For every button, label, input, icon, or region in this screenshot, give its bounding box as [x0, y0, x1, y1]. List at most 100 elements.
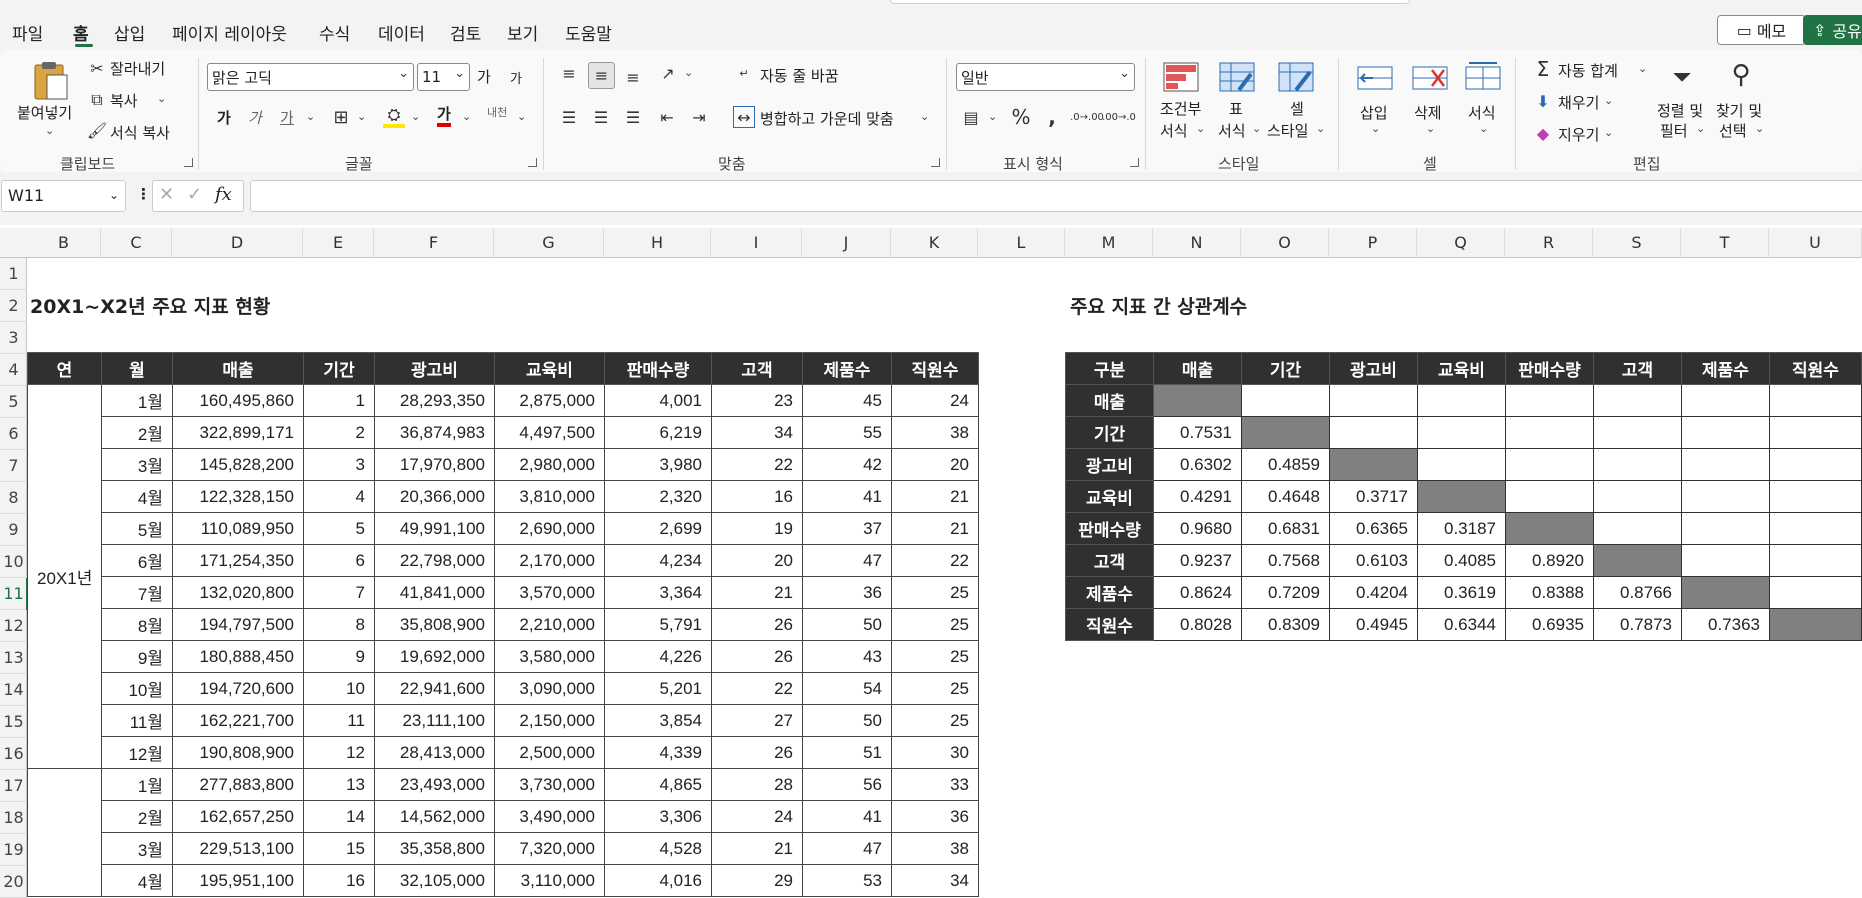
value-cell[interactable]: 22 — [711, 448, 803, 481]
underline-button[interactable]: 가 — [280, 107, 294, 128]
correlation-cell[interactable]: 0.6935 — [1505, 608, 1594, 641]
correlation-cell[interactable] — [1769, 576, 1862, 609]
value-cell[interactable]: 21 — [711, 832, 803, 865]
value-cell[interactable]: 3,730,000 — [494, 768, 605, 801]
align-middle-icon[interactable]: ≡ — [588, 62, 615, 89]
value-cell[interactable]: 25 — [891, 672, 979, 705]
correlation-cell[interactable]: 0.6302 — [1153, 448, 1242, 481]
align-top-icon[interactable]: ≡ — [558, 62, 580, 84]
row-header-15[interactable]: 15 — [0, 706, 27, 738]
value-cell[interactable]: 3,090,000 — [494, 672, 605, 705]
column-header-d[interactable]: D — [172, 228, 303, 258]
value-cell[interactable]: 26 — [711, 736, 803, 769]
correlation-cell[interactable]: 0.9237 — [1153, 544, 1242, 577]
value-cell[interactable]: 15 — [303, 832, 375, 865]
value-cell[interactable]: 3,810,000 — [494, 480, 605, 513]
value-cell[interactable]: 122,328,150 — [172, 480, 304, 513]
sort-filter-icon[interactable]: ⏷ — [1663, 60, 1701, 94]
value-cell[interactable]: 26 — [711, 640, 803, 673]
value-cell[interactable]: 5,201 — [604, 672, 712, 705]
month-cell[interactable]: 1월 — [101, 768, 173, 801]
correlation-cell[interactable]: 0.3187 — [1417, 512, 1506, 545]
sort-filter-button[interactable]: 정렬 및 — [1657, 100, 1703, 121]
value-cell[interactable]: 36 — [802, 576, 892, 609]
cancel-icon[interactable]: ✕ — [159, 184, 174, 205]
value-cell[interactable]: 22,941,600 — [374, 672, 495, 705]
insert-dropdown-icon[interactable]: ⌄ — [1371, 122, 1380, 135]
correlation-cell[interactable] — [1417, 384, 1506, 417]
month-cell[interactable]: 3월 — [101, 832, 173, 865]
paste-icon[interactable] — [24, 58, 74, 104]
cut-button[interactable]: 잘라내기 — [110, 58, 165, 79]
value-cell[interactable]: 47 — [802, 544, 892, 577]
format-cells-icon[interactable] — [1463, 60, 1503, 94]
conditional-formatting-button[interactable]: 조건부 — [1160, 98, 1201, 119]
fill-color-icon[interactable]: ⛭ — [383, 105, 405, 128]
value-cell[interactable]: 2,875,000 — [494, 384, 605, 417]
tab-review[interactable]: 검토 — [450, 20, 481, 45]
number-format-select[interactable]: 일반 ⌄ — [956, 63, 1135, 91]
delete-dropdown-icon[interactable]: ⌄ — [1426, 122, 1435, 135]
correlation-cell[interactable] — [1769, 544, 1862, 577]
insert-cells-button[interactable]: 삽입 — [1360, 102, 1388, 123]
value-cell[interactable]: 43 — [802, 640, 892, 673]
month-cell[interactable]: 10월 — [101, 672, 173, 705]
month-cell[interactable]: 2월 — [101, 416, 173, 449]
decrease-font-button[interactable]: 가 — [510, 68, 522, 87]
diagonal-cell[interactable] — [1241, 416, 1330, 449]
find-select-label[interactable]: 선택 — [1719, 120, 1747, 141]
autosum-icon[interactable]: Σ — [1533, 57, 1553, 81]
correlation-cell[interactable]: 0.7873 — [1593, 608, 1682, 641]
value-cell[interactable]: 41 — [802, 480, 892, 513]
value-cell[interactable]: 25 — [891, 576, 979, 609]
value-cell[interactable]: 51 — [802, 736, 892, 769]
tab-insert[interactable]: 삽입 — [114, 20, 145, 45]
value-cell[interactable]: 33 — [891, 768, 979, 801]
correlation-cell[interactable] — [1505, 448, 1594, 481]
value-cell[interactable]: 53 — [802, 864, 892, 897]
font-launcher-icon[interactable] — [528, 158, 537, 167]
correlation-cell[interactable]: 0.3619 — [1417, 576, 1506, 609]
increase-font-button[interactable]: 가 — [477, 66, 491, 87]
correlation-cell[interactable] — [1681, 384, 1770, 417]
value-cell[interactable]: 4,339 — [604, 736, 712, 769]
value-cell[interactable]: 322,899,171 — [172, 416, 304, 449]
column-header-p[interactable]: P — [1329, 228, 1417, 258]
value-cell[interactable]: 3,110,000 — [494, 864, 605, 897]
correlation-cell[interactable] — [1681, 448, 1770, 481]
wrap-text-button[interactable]: 자동 줄 바꿈 — [760, 65, 839, 86]
cell-styles-label[interactable]: 스타일 — [1267, 120, 1308, 141]
correlation-cell[interactable]: 0.7531 — [1153, 416, 1242, 449]
column-header-q[interactable]: Q — [1417, 228, 1505, 258]
diagonal-cell[interactable] — [1681, 576, 1770, 609]
correlation-cell[interactable]: 0.4204 — [1329, 576, 1418, 609]
correlation-cell[interactable]: 0.4085 — [1417, 544, 1506, 577]
value-cell[interactable]: 3,364 — [604, 576, 712, 609]
correlation-cell[interactable] — [1769, 384, 1862, 417]
value-cell[interactable]: 42 — [802, 448, 892, 481]
value-cell[interactable]: 22 — [891, 544, 979, 577]
value-cell[interactable]: 145,828,200 — [172, 448, 304, 481]
clipboard-launcher-icon[interactable] — [184, 158, 193, 167]
merge-dropdown-icon[interactable]: ⌄ — [920, 110, 929, 123]
diagonal-cell[interactable] — [1329, 448, 1418, 481]
autosum-dropdown-icon[interactable]: ⌄ — [1638, 62, 1647, 75]
cell-styles-icon[interactable] — [1276, 60, 1316, 94]
value-cell[interactable]: 194,720,600 — [172, 672, 304, 705]
column-header-t[interactable]: T — [1681, 228, 1769, 258]
underline-dropdown-icon[interactable]: ⌄ — [306, 110, 315, 123]
clear-dropdown-icon[interactable]: ⌄ — [1604, 126, 1613, 139]
correlation-cell[interactable]: 0.6365 — [1329, 512, 1418, 545]
bold-button[interactable]: 가 — [217, 107, 231, 128]
value-cell[interactable]: 2,980,000 — [494, 448, 605, 481]
value-cell[interactable]: 2,699 — [604, 512, 712, 545]
row-header-13[interactable]: 13 — [0, 642, 27, 674]
correlation-cell[interactable]: 0.8309 — [1241, 608, 1330, 641]
year-cell[interactable] — [27, 768, 102, 897]
correlation-cell[interactable]: 0.6831 — [1241, 512, 1330, 545]
correlation-cell[interactable]: 0.4859 — [1241, 448, 1330, 481]
diagonal-cell[interactable] — [1417, 480, 1506, 513]
column-header-o[interactable]: O — [1241, 228, 1329, 258]
cell-styles-button[interactable]: 셀 — [1290, 98, 1304, 119]
paste-dropdown-icon[interactable]: ⌄ — [45, 124, 54, 137]
